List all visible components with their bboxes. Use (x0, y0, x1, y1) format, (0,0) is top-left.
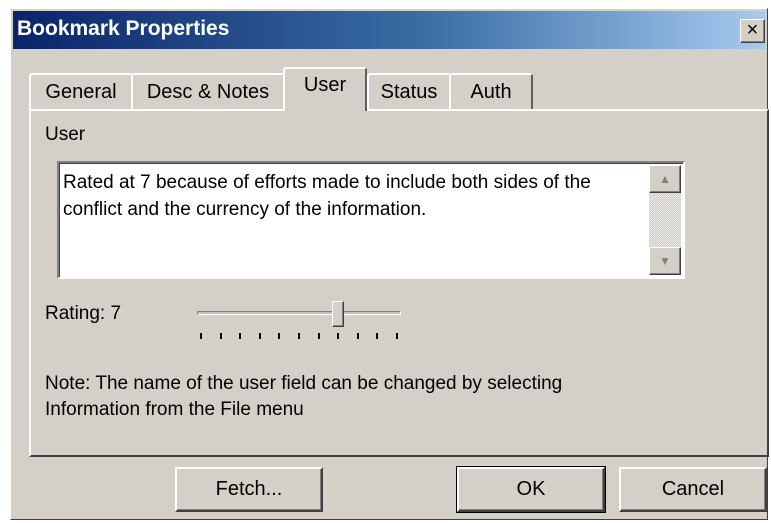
slider-tick (239, 333, 242, 339)
slider-track (197, 311, 401, 315)
scroll-down-button[interactable]: ▼ (649, 247, 681, 275)
tab-label: User (303, 73, 347, 96)
tab-label: Desc & Notes (146, 80, 270, 103)
tab-general[interactable]: General (29, 73, 133, 109)
tab-auth[interactable]: Auth (449, 73, 533, 109)
vertical-scrollbar[interactable]: ▲ ▼ (649, 165, 681, 275)
note-line-1: Note: The name of the user field can be … (45, 373, 563, 394)
slider-tick (356, 333, 359, 339)
tab-label: Status (380, 80, 438, 103)
slider-thumb[interactable] (332, 301, 345, 327)
close-button[interactable]: × (740, 19, 765, 43)
rating-label: Rating: 7 (45, 303, 122, 324)
cancel-button[interactable]: Cancel (619, 467, 767, 512)
up-arrow-icon: ▲ (659, 172, 671, 186)
tab-label: General (45, 80, 117, 103)
title-bar[interactable]: Bookmark Properties × (13, 11, 765, 49)
tab-status[interactable]: Status (367, 73, 451, 109)
slider-tick (298, 333, 300, 339)
tab-desc-notes[interactable]: Desc & Notes (131, 73, 285, 109)
slider-tick (278, 333, 281, 339)
tab-label: Auth (470, 80, 512, 103)
cancel-button-label: Cancel (661, 478, 725, 500)
slider-tick (396, 333, 398, 339)
slider-tick (337, 333, 340, 339)
slider-tick (219, 333, 222, 339)
rating-slider[interactable] (191, 301, 407, 345)
slider-tick (200, 333, 202, 339)
user-field-label: User (45, 124, 86, 145)
user-textarea[interactable]: Rated at 7 because of efforts made to in… (57, 161, 685, 279)
user-textarea-value: Rated at 7 because of efforts made to in… (63, 172, 591, 220)
window-title: Bookmark Properties (17, 17, 230, 40)
slider-tick (258, 333, 261, 339)
note-line-2: Information from the File menu (45, 399, 304, 420)
slider-tick (376, 333, 379, 339)
slider-tick (317, 333, 320, 339)
bookmark-properties-dialog: Bookmark Properties × General Desc & Not… (10, 8, 769, 520)
ok-button-label: OK (516, 478, 546, 500)
tab-user[interactable]: User (283, 67, 367, 111)
user-tab-panel: User Rated at 7 because of efforts made … (29, 109, 769, 457)
ok-button[interactable]: OK (456, 466, 606, 513)
close-icon: × (746, 19, 759, 41)
scroll-up-button[interactable]: ▲ (649, 165, 681, 193)
fetch-button[interactable]: Fetch... (175, 467, 323, 512)
fetch-button-label: Fetch... (215, 478, 283, 500)
down-arrow-icon: ▼ (659, 254, 671, 268)
